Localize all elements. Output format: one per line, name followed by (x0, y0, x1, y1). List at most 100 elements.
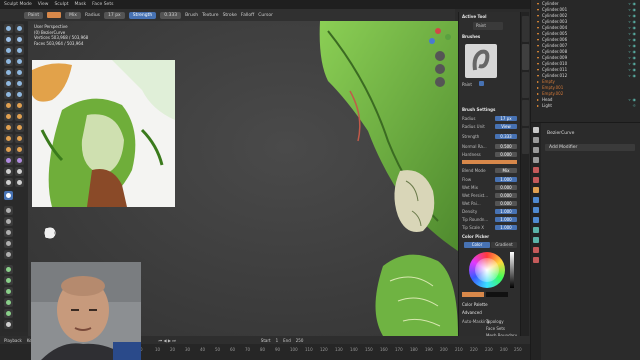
brush-thumbnail[interactable] (465, 44, 497, 78)
fill-icon[interactable] (4, 79, 13, 88)
boundary-icon[interactable] (4, 145, 13, 154)
color-picker-header[interactable]: Color Picker (462, 234, 517, 240)
draw-brush-icon[interactable] (4, 24, 13, 33)
mask-by-color-icon[interactable] (4, 309, 13, 318)
radius-field[interactable]: 17 px (104, 11, 125, 19)
radius-unit-row[interactable]: Radius Unit View (462, 123, 517, 129)
start-frame[interactable]: 1 (276, 338, 279, 343)
paint-color-bar[interactable] (462, 160, 517, 164)
tab-view[interactable] (522, 72, 529, 98)
scrape-icon[interactable] (15, 79, 24, 88)
multires-displacement-icon[interactable] (15, 167, 24, 176)
snake-hook-icon[interactable] (4, 112, 13, 121)
tab-create[interactable] (522, 128, 529, 154)
mask-icon[interactable] (15, 156, 24, 165)
transform-icon[interactable] (4, 320, 13, 329)
texture-dropdown[interactable]: Texture (202, 13, 218, 18)
sculpt-menu[interactable]: Sculpt (54, 2, 68, 7)
active-tool-name[interactable]: Paint (473, 22, 503, 30)
rotate-icon[interactable] (4, 134, 13, 143)
play-controls[interactable]: ⏮ ◀ ▶ ⏭ (159, 338, 176, 343)
box-mask-icon[interactable] (4, 206, 13, 215)
playback-menu[interactable]: Playback (4, 338, 22, 343)
color-palette-header[interactable]: Color Palette (462, 302, 517, 308)
blend-mode-select[interactable]: Mix (65, 11, 81, 19)
data-tab-icon[interactable] (533, 237, 539, 243)
tip-roundness-row[interactable]: Tip Roundn... 1.000 (462, 216, 517, 222)
flow-row[interactable]: Flow 1.000 (462, 176, 517, 182)
view-layer-tab-icon[interactable] (533, 157, 539, 163)
scene-tab-icon[interactable] (533, 167, 539, 173)
pose-icon[interactable] (4, 123, 13, 132)
pinch-icon[interactable] (15, 90, 24, 99)
cloth-icon[interactable] (15, 145, 24, 154)
tab-tool[interactable] (522, 44, 529, 70)
strength-row[interactable]: Strength 0.333 (462, 133, 517, 139)
wet-persistence-row[interactable]: Wet Persist... 0.000 (462, 192, 517, 198)
render-tab-icon[interactable] (533, 137, 539, 143)
brush-settings-header[interactable]: Brush Settings (462, 107, 517, 113)
tab-item[interactable] (522, 16, 529, 42)
secondary-color-swatch[interactable] (486, 292, 508, 297)
line-project-icon[interactable] (4, 250, 13, 259)
multiplane-scrape-icon[interactable] (4, 90, 13, 99)
box-face-set-icon[interactable] (4, 228, 13, 237)
box-hide-icon[interactable] (4, 217, 13, 226)
particles-tab-icon[interactable] (533, 207, 539, 213)
outliner-row[interactable]: ▸ Light ☼ (537, 102, 638, 108)
thumb-icon[interactable] (15, 112, 24, 121)
strength-field[interactable]: Strength (128, 11, 157, 19)
grab-icon[interactable] (4, 101, 13, 110)
face-sets-menu[interactable]: Face Sets (92, 2, 113, 7)
elastic-deform-icon[interactable] (15, 101, 24, 110)
topology-checkbox[interactable]: Topology (486, 319, 504, 324)
slide-relax-icon[interactable] (15, 134, 24, 143)
layer-icon[interactable] (4, 46, 13, 55)
end-frame[interactable]: 250 (296, 338, 304, 343)
modifier-tab-icon[interactable] (533, 197, 539, 203)
blob-icon[interactable] (4, 57, 13, 66)
value-slider[interactable] (510, 252, 514, 288)
advanced-header[interactable]: Advanced (462, 310, 517, 316)
stroke-dropdown[interactable]: Stroke (223, 13, 237, 18)
reference-image[interactable] (32, 60, 175, 207)
clay-strips-icon[interactable] (15, 35, 24, 44)
crease-icon[interactable] (15, 57, 24, 66)
brush-dropdown[interactable]: Brush (185, 13, 198, 18)
wet-mix-row[interactable]: Wet Mix 0.000 (462, 184, 517, 190)
tip-scale-x-row[interactable]: Tip Scale X 1.000 (462, 224, 517, 230)
physics-tab-icon[interactable] (533, 217, 539, 223)
radius-row[interactable]: Radius 17 px (462, 115, 517, 121)
mask-menu[interactable]: Mask (75, 2, 87, 7)
texture-tab-icon[interactable] (533, 257, 539, 263)
wet-paint-radius-row[interactable]: Wet Pai... 0.000 (462, 200, 517, 206)
object-tab-icon[interactable] (533, 187, 539, 193)
density-row[interactable]: Density 1.000 (462, 208, 517, 214)
paint-brush-icon[interactable] (4, 191, 13, 200)
material-tab-icon[interactable] (533, 247, 539, 253)
brushes-header[interactable]: Brushes (462, 34, 517, 40)
clay-icon[interactable] (4, 35, 13, 44)
box-trim-icon[interactable] (4, 239, 13, 248)
tool-tab-icon[interactable] (533, 127, 539, 133)
cloth-filter-icon[interactable] (4, 276, 13, 285)
face-sets-checkbox[interactable]: Face Sets (486, 326, 505, 331)
active-tool-header[interactable]: Active Tool (462, 14, 517, 20)
edit-face-set-icon[interactable] (4, 298, 13, 307)
brush-selector[interactable]: Paint (24, 11, 44, 19)
draw-sharp-icon[interactable] (15, 24, 24, 33)
color-filter-icon[interactable] (4, 287, 13, 296)
inflate-icon[interactable] (15, 46, 24, 55)
add-modifier-button[interactable]: Add Modifier (545, 144, 635, 151)
draw-face-sets-icon[interactable] (4, 167, 13, 176)
simplify-icon[interactable] (4, 156, 13, 165)
gradient-tab[interactable]: Gradient (491, 242, 517, 248)
primary-color-swatch[interactable] (462, 292, 484, 297)
view-menu[interactable]: View (38, 2, 49, 7)
smooth-icon[interactable] (4, 68, 13, 77)
multires-smear-icon[interactable] (4, 178, 13, 187)
constraints-tab-icon[interactable] (533, 227, 539, 233)
world-tab-icon[interactable] (533, 177, 539, 183)
paint-color-swatch[interactable] (47, 12, 62, 18)
mesh-filter-icon[interactable] (4, 265, 13, 274)
